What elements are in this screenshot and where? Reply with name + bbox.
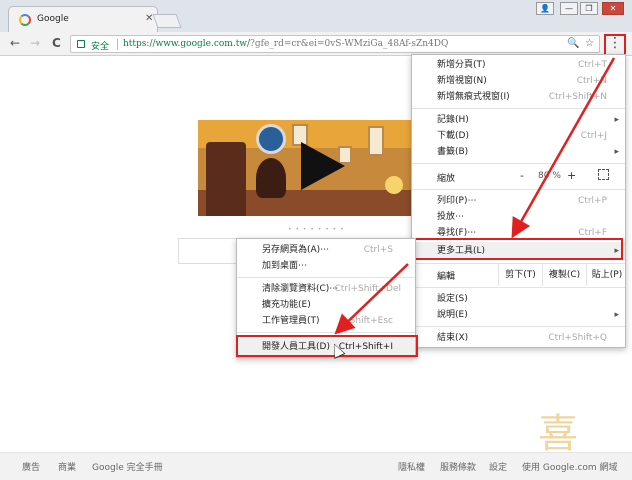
paste-button[interactable]: 貼上(P) (586, 264, 627, 286)
menu-item-new-tab[interactable]: 新增分頁(T) Ctrl+T (412, 57, 625, 73)
footer-link-terms[interactable]: 服務條款 (440, 460, 476, 473)
chevron-right-icon: ▸ (614, 310, 619, 320)
menu-separator (412, 163, 625, 164)
url-query: ?gfe_rd=cr&ei=0vS-WMziGa_48Af-sZn4DQ (250, 39, 449, 49)
menu-row-zoom: 縮放 - 80 % + (412, 166, 625, 188)
url-text[interactable]: https://www.google.com.tw/?gfe_rd=cr&ei=… (123, 39, 448, 49)
footer-link-ads[interactable]: 廣告 (22, 460, 40, 473)
doodle-frame (368, 126, 384, 156)
watermark-logo: 喜 (538, 411, 578, 457)
footer-link-business[interactable]: 商業 (58, 460, 76, 473)
edit-label: 編輯 (437, 272, 456, 282)
toolbar: ← → C 安全 https://www.google.com.tw/?gfe_… (0, 32, 632, 56)
zoom-indicator-icon[interactable]: 🔍 (567, 38, 579, 49)
submenu-item-extensions[interactable]: 擴充功能(E) (237, 297, 415, 313)
google-favicon-icon (19, 14, 31, 26)
divider (117, 39, 118, 50)
profile-icon[interactable]: 👤 (536, 2, 554, 15)
menu-item-bookmarks[interactable]: 書籤(B) ▸ (412, 144, 625, 160)
doodle-play-icon[interactable] (301, 142, 345, 190)
menu-separator (412, 326, 625, 327)
menu-item-settings[interactable]: 設定(S) (412, 291, 625, 307)
tab-title: Google (37, 14, 69, 24)
menu-separator (412, 287, 625, 288)
more-tools-highlight-box (411, 238, 623, 260)
maximize-button[interactable]: ❐ (580, 2, 598, 15)
zoom-label: 縮放 (437, 174, 456, 184)
menu-item-exit[interactable]: 結束(X) Ctrl+Shift+Q (412, 330, 625, 346)
doodle-chair (206, 142, 246, 216)
footer-link-about[interactable]: Google 完全手冊 (92, 460, 163, 473)
title-bar: Google ✕ 👤 — ❐ ✕ (0, 0, 632, 32)
menu-item-history[interactable]: 記錄(H) ▸ (412, 112, 625, 128)
cut-button[interactable]: 剪下(T) (498, 264, 542, 286)
browser-tab[interactable]: Google ✕ (8, 6, 158, 32)
doodle-globe-icon (256, 124, 286, 154)
footer-link-settings[interactable]: 設定 (489, 460, 507, 473)
menu-item-downloads[interactable]: 下載(D) Ctrl+J (412, 128, 625, 144)
search-input[interactable] (178, 238, 242, 264)
google-doodle[interactable] (198, 120, 413, 216)
menu-item-help[interactable]: 說明(E) ▸ (412, 307, 625, 323)
back-icon[interactable]: ← (10, 36, 20, 50)
new-tab-button[interactable] (152, 14, 182, 28)
submenu-item-add-to-desktop[interactable]: 加到桌面⋯ (237, 258, 415, 274)
zoom-out-button[interactable]: - (520, 169, 524, 182)
menu-separator (237, 277, 415, 278)
doodle-person (256, 158, 286, 198)
menu-item-incognito[interactable]: 新增無痕式視窗(I) Ctrl+Shift+N (412, 89, 625, 105)
submenu-item-clear-data[interactable]: 清除瀏覽資料(C)⋯ Ctrl+Shift+Del (237, 281, 415, 297)
close-window-button[interactable]: ✕ (602, 2, 624, 15)
reload-icon[interactable]: C (52, 36, 61, 50)
zoom-in-button[interactable]: + (567, 169, 576, 182)
menu-item-print[interactable]: 列印(P)⋯ Ctrl+P (412, 193, 625, 209)
doodle-sun (385, 176, 403, 194)
copy-button[interactable]: 複製(C) (542, 264, 586, 286)
url-main: https://www.google.com.tw/ (123, 39, 251, 49)
submenu-item-save-page[interactable]: 另存網頁為(A)⋯ Ctrl+S (237, 242, 415, 258)
chevron-right-icon: ▸ (614, 147, 619, 157)
address-bar[interactable]: 安全 https://www.google.com.tw/?gfe_rd=cr&… (70, 35, 600, 53)
secure-label: 安全 (91, 42, 110, 52)
fullscreen-icon[interactable] (598, 169, 609, 180)
menu-item-new-window[interactable]: 新增視窗(N) Ctrl+N (412, 73, 625, 89)
developer-tools-highlight-box (236, 335, 418, 357)
submenu-item-task-manager[interactable]: 工作管理員(T) Shift+Esc (237, 313, 415, 329)
lock-icon (77, 40, 85, 48)
zoom-value: 80 % (538, 171, 561, 181)
bookmark-star-icon[interactable]: ☆ (585, 38, 594, 49)
footer-link-privacy[interactable]: 隱私權 (398, 460, 425, 473)
menu-highlight-box (604, 34, 626, 56)
doodle-dots: • • • • • • • • (288, 226, 345, 233)
forward-icon[interactable]: → (30, 36, 40, 50)
menu-separator (412, 189, 625, 190)
menu-item-cast[interactable]: 投放⋯ (412, 209, 625, 225)
menu-row-edit: 編輯 剪下(T) 複製(C) 貼上(P) (412, 264, 625, 286)
menu-separator (237, 332, 415, 333)
minimize-button[interactable]: — (560, 2, 578, 15)
menu-separator (412, 108, 625, 109)
chrome-main-menu: 新增分頁(T) Ctrl+T 新增視窗(N) Ctrl+N 新增無痕式視窗(I) Ct… (411, 54, 626, 348)
chevron-right-icon: ▸ (614, 115, 619, 125)
